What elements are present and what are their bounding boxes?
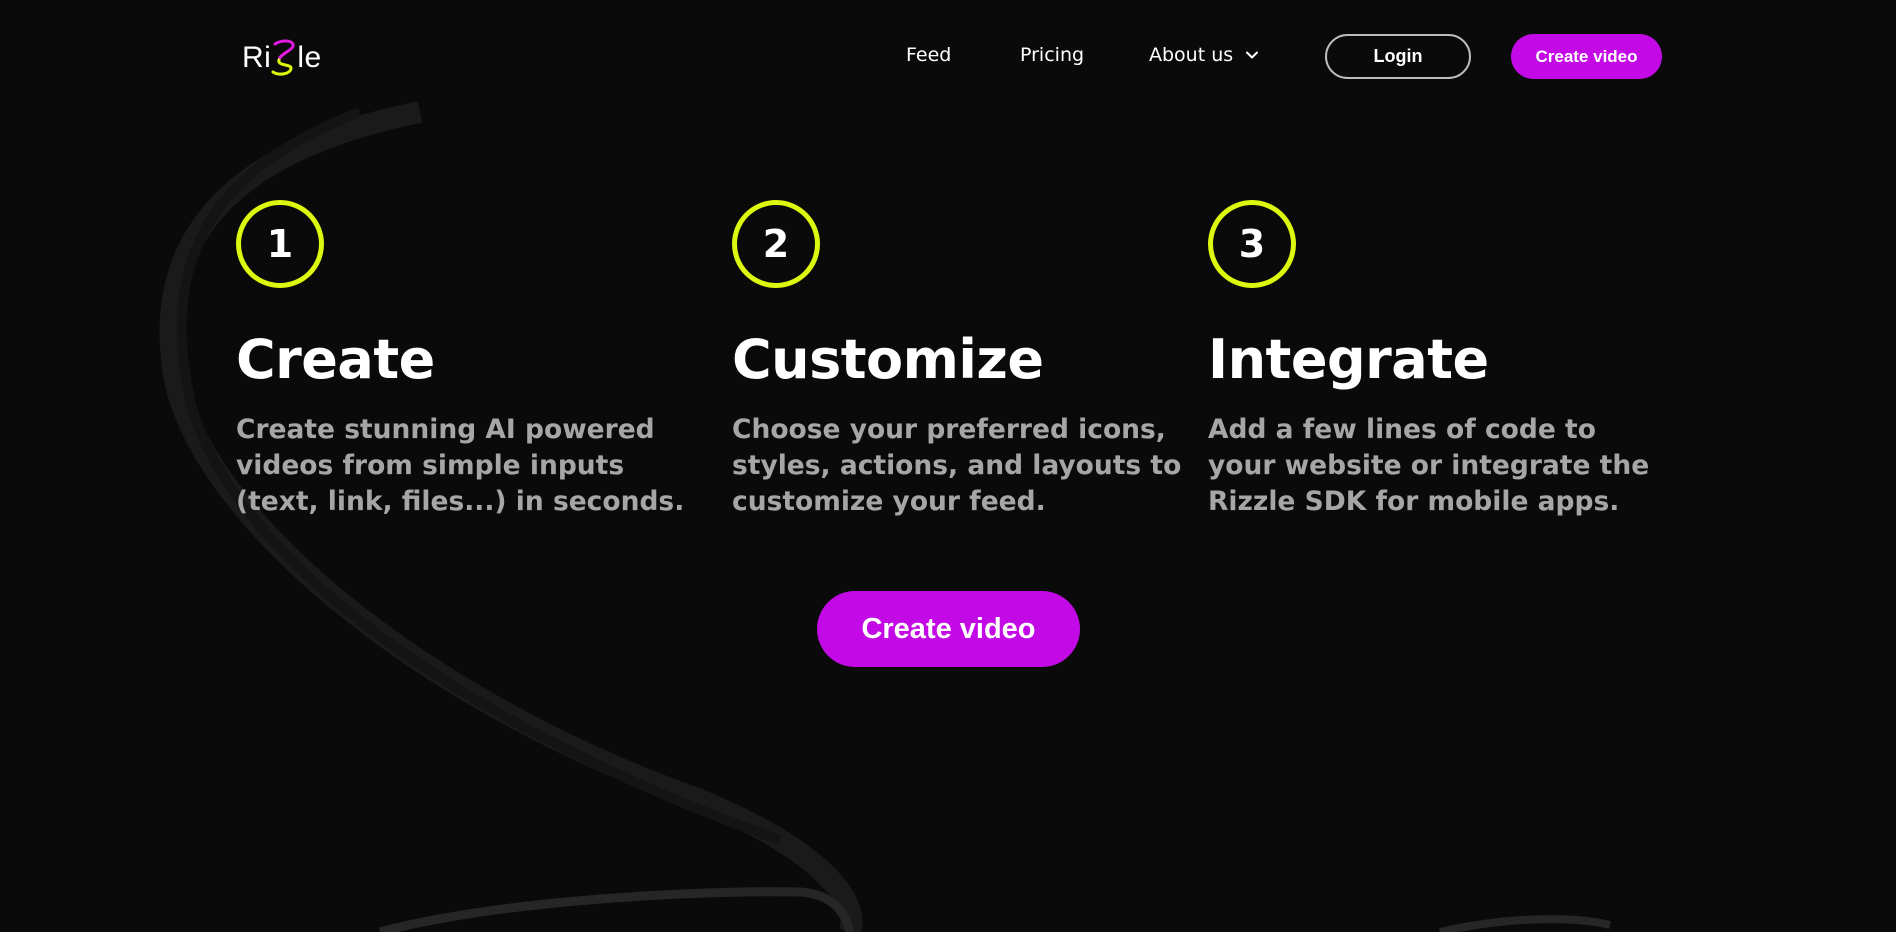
step-customize: 2 Customize Choose your preferred icons,… (732, 200, 1192, 520)
step-title: Integrate (1208, 328, 1489, 391)
logo-text-prefix: Ri (242, 41, 272, 74)
chevron-down-icon (1246, 51, 1259, 59)
step-title: Create (236, 328, 435, 391)
step-title: Customize (732, 328, 1044, 391)
logo-z-mark (271, 39, 295, 76)
step-integrate: 3 Integrate Add a few lines of code to y… (1208, 200, 1668, 520)
site-header: Ri le Feed Pricing About us Login Create… (0, 0, 1896, 112)
nav-pricing-link[interactable]: Pricing (1020, 44, 1084, 66)
step-number-badge: 2 (732, 200, 820, 288)
step-number-badge: 3 (1208, 200, 1296, 288)
step-create: 1 Create Create stunning AI powered vide… (236, 200, 696, 520)
step-description: Add a few lines of code to your website … (1208, 414, 1650, 517)
step-description: Choose your preferred icons, styles, act… (732, 414, 1182, 517)
create-video-cta-button[interactable]: Create video (817, 591, 1080, 667)
logo-text-suffix: le (297, 41, 322, 74)
nav-feed-link[interactable]: Feed (906, 44, 951, 66)
step-description: Create stunning AI powered videos from s… (236, 414, 685, 517)
step-number-badge: 1 (236, 200, 324, 288)
login-button[interactable]: Login (1325, 34, 1471, 79)
rizzle-logo[interactable]: Ri le (242, 34, 342, 82)
create-video-nav-button[interactable]: Create video (1511, 34, 1662, 79)
nav-about-dropdown[interactable]: About us (1149, 44, 1259, 66)
nav-about-label: About us (1149, 44, 1234, 66)
